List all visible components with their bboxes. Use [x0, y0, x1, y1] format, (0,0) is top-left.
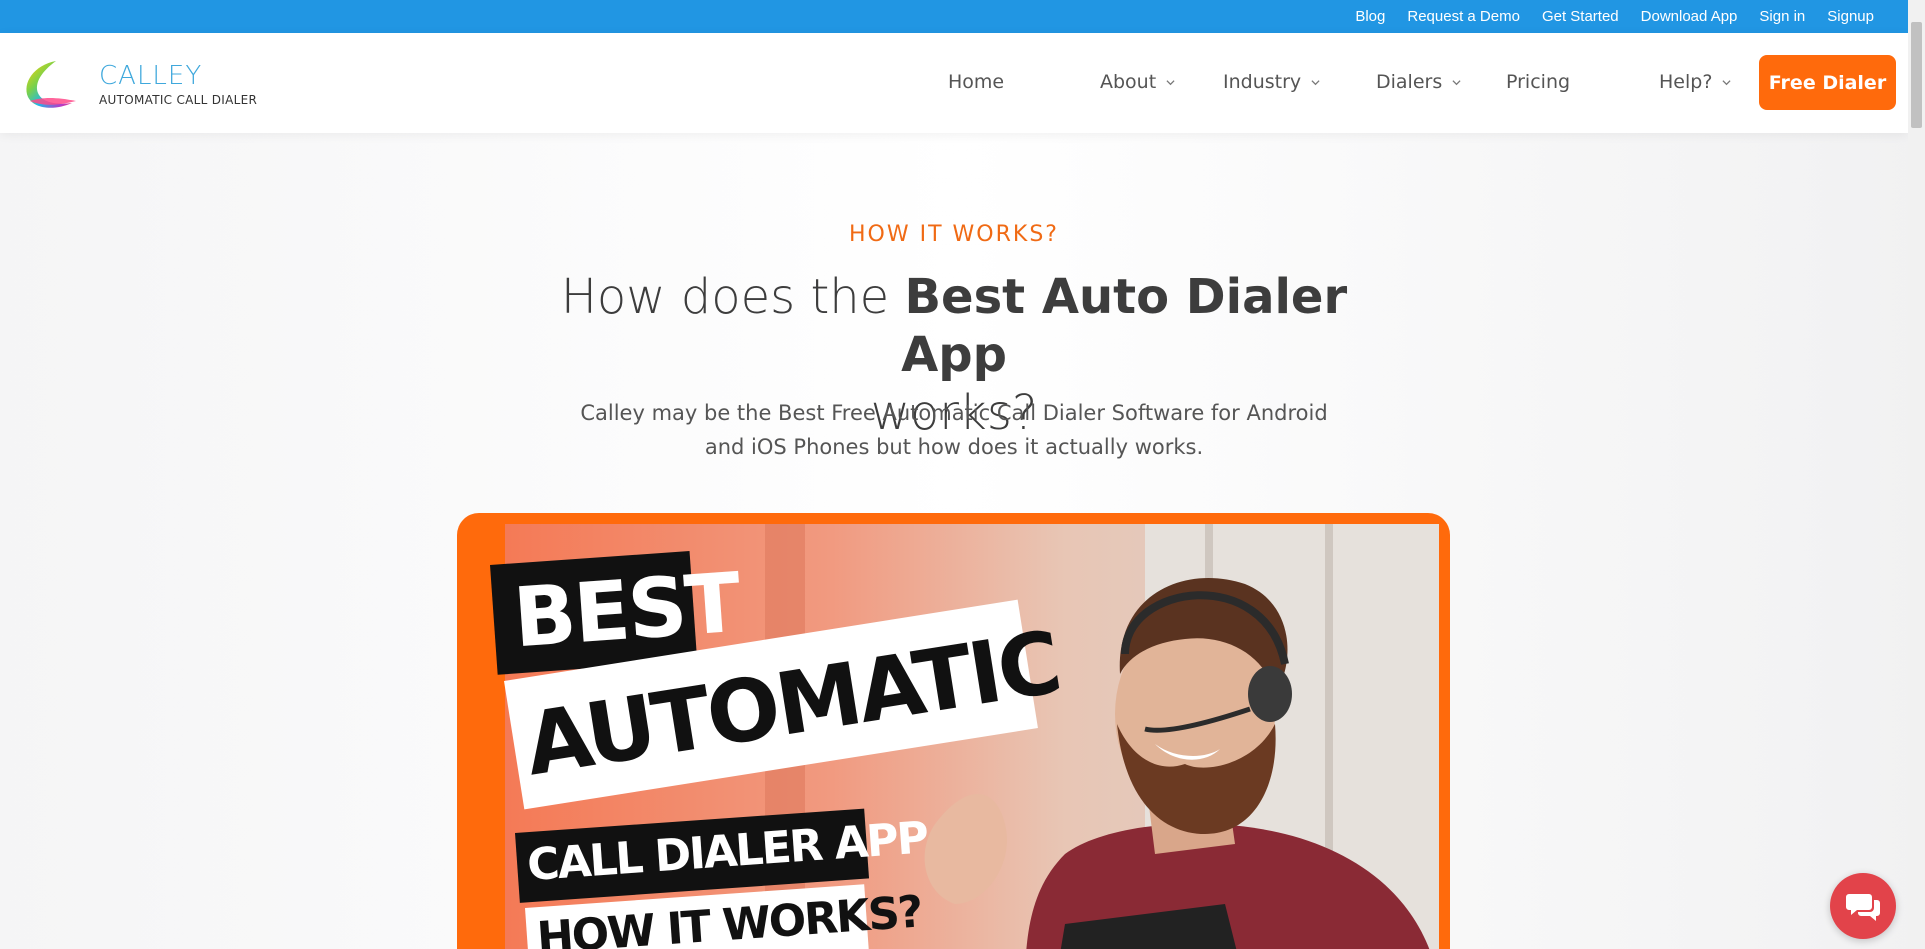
main-nav: Home About Industry Dialers Pricing Help…	[0, 33, 1908, 133]
nav-pricing-label: Pricing	[1506, 71, 1571, 93]
main-header: CALLEY AUTOMATIC CALL DIALER Home About …	[0, 33, 1908, 133]
nav-home-label: Home	[948, 71, 1005, 93]
scrollbar-thumb[interactable]	[1911, 22, 1922, 128]
chat-launcher-button[interactable]	[1830, 873, 1896, 939]
chat-bubble-icon	[1846, 894, 1880, 921]
video-title-overlay: BEST AUTOMATIC CALL DIALER APP HOW IT WO…	[457, 513, 1450, 949]
nav-industry-label: Industry	[1223, 71, 1302, 93]
chevron-down-icon	[1722, 79, 1731, 85]
headline-prefix: How does the	[560, 269, 905, 325]
section-eyebrow: HOW IT WORKS?	[849, 222, 1059, 247]
blog-link[interactable]: Blog	[1355, 8, 1385, 25]
nav-about[interactable]: About	[1100, 71, 1175, 93]
get-started-link[interactable]: Get Started	[1542, 8, 1619, 25]
free-dialer-button[interactable]: Free Dialer	[1759, 55, 1896, 110]
headline-bold: Best Auto Dialer App	[901, 269, 1348, 383]
nav-dialers[interactable]: Dialers	[1376, 71, 1461, 93]
sign-in-link[interactable]: Sign in	[1759, 8, 1805, 25]
top-utility-links: Blog Request a Demo Get Started Download…	[1355, 0, 1874, 33]
signup-link[interactable]: Signup	[1827, 8, 1874, 25]
chevron-down-icon	[1311, 79, 1320, 85]
page-scrollbar[interactable]	[1908, 0, 1925, 949]
nav-pricing[interactable]: Pricing	[1506, 71, 1570, 93]
download-app-link[interactable]: Download App	[1641, 8, 1738, 25]
chevron-down-icon	[1452, 79, 1461, 85]
nav-help-label: Help?	[1659, 71, 1713, 93]
video-thumbnail[interactable]: BEST AUTOMATIC CALL DIALER APP HOW IT WO…	[457, 513, 1450, 949]
section-subtext: Calley may be the Best Free Automatic Ca…	[580, 401, 1328, 459]
top-utility-bar: Blog Request a Demo Get Started Download…	[0, 0, 1908, 33]
chevron-down-icon	[1166, 79, 1175, 85]
nav-about-label: About	[1100, 71, 1157, 93]
nav-dialers-label: Dialers	[1376, 71, 1443, 93]
nav-industry[interactable]: Industry	[1223, 71, 1320, 93]
nav-home[interactable]: Home	[948, 71, 1004, 93]
promo-line3: CALL DIALER APP	[525, 812, 929, 892]
nav-help[interactable]: Help?	[1659, 71, 1731, 93]
request-demo-link[interactable]: Request a Demo	[1407, 8, 1520, 25]
